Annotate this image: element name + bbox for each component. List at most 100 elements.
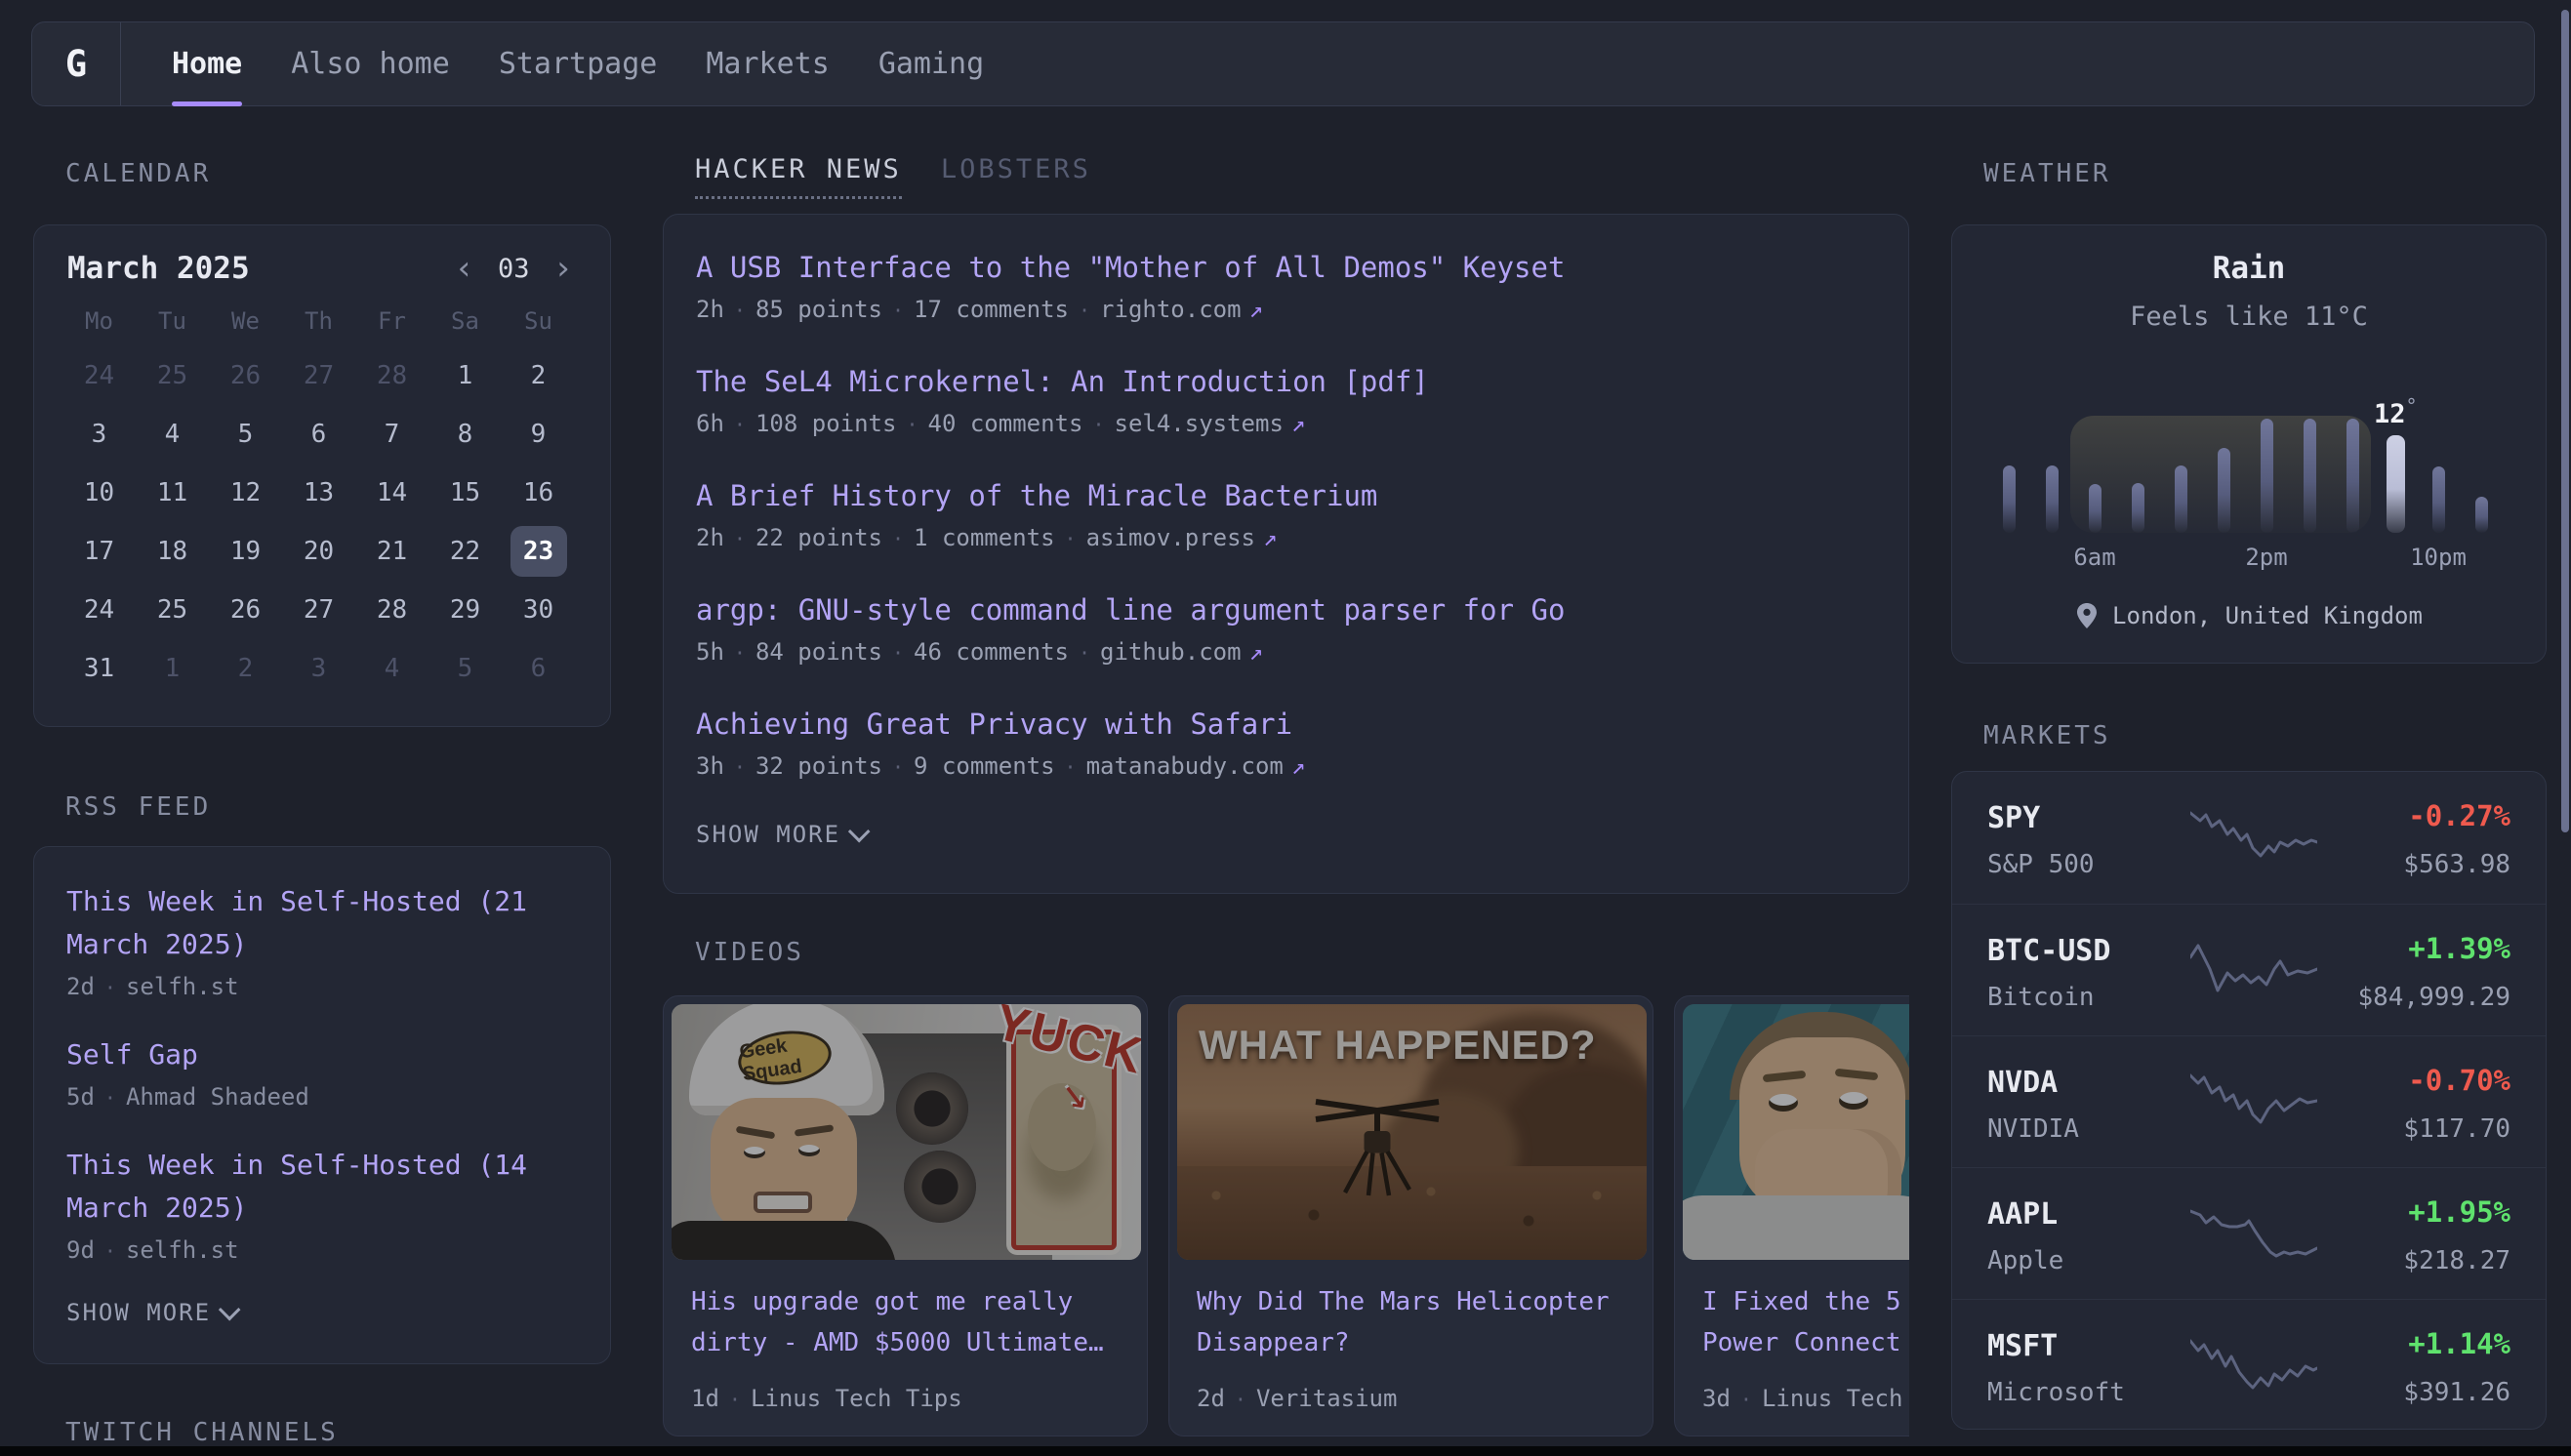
calendar-day[interactable]: 23 bbox=[502, 522, 575, 581]
rss-item-title[interactable]: This Week in Self-Hosted (21March 2025) bbox=[66, 880, 589, 966]
calendar-day[interactable]: 19 bbox=[209, 522, 282, 581]
market-row-btc-usd[interactable]: BTC-USDBitcoin+1.39%$84,999.29 bbox=[1952, 904, 2546, 1035]
news-item-title[interactable]: A Brief History of the Miracle Bacterium bbox=[696, 478, 1908, 513]
rss-item-title[interactable]: This Week in Self-Hosted (14March 2025) bbox=[66, 1144, 589, 1230]
calendar-day[interactable]: 1 bbox=[136, 639, 209, 698]
calendar-day[interactable]: 2 bbox=[502, 346, 575, 405]
news-item-comments[interactable]: 1 comments bbox=[914, 524, 1055, 551]
nav-tab-home[interactable]: Home bbox=[172, 22, 242, 105]
videos-carousel: Geek SquadYUCK↘His upgrade got me really… bbox=[663, 995, 1909, 1438]
calendar-day[interactable]: 18 bbox=[136, 522, 209, 581]
calendar-day[interactable]: 15 bbox=[428, 464, 502, 522]
calendar-day[interactable]: 26 bbox=[209, 581, 282, 639]
news-item-source[interactable]: sel4.systems bbox=[1115, 410, 1284, 437]
calendar-day[interactable]: 29 bbox=[428, 581, 502, 639]
market-row-spy[interactable]: SPYS&P 500-0.27%$563.98 bbox=[1952, 772, 2546, 904]
calendar-day[interactable]: 13 bbox=[282, 464, 355, 522]
news-item-title[interactable]: Achieving Great Privacy with Safari bbox=[696, 707, 1908, 742]
video-channel[interactable]: Linus Tech Tips bbox=[1762, 1385, 1909, 1412]
video-channel[interactable]: Linus Tech Tips bbox=[751, 1385, 962, 1412]
rss-item-source: Ahmad Shadeed bbox=[126, 1083, 309, 1111]
app-logo[interactable]: G bbox=[32, 22, 121, 105]
calendar-day[interactable]: 20 bbox=[282, 522, 355, 581]
calendar-day[interactable]: 21 bbox=[355, 522, 428, 581]
video-channel[interactable]: Veritasium bbox=[1256, 1385, 1398, 1412]
video-card[interactable]: DOTHTI Fixed the 5Power Connect3d·Linus … bbox=[1674, 995, 1909, 1436]
market-name: Bitcoin bbox=[1987, 983, 2095, 1012]
calendar-day[interactable]: 24 bbox=[62, 346, 136, 405]
calendar-day[interactable]: 28 bbox=[355, 581, 428, 639]
news-item-comments[interactable]: 40 comments bbox=[928, 410, 1083, 437]
calendar-day[interactable]: 31 bbox=[62, 639, 136, 698]
rss-item-meta: 9d·selfh.st bbox=[66, 1235, 610, 1266]
news-item-points: 32 points bbox=[755, 752, 882, 780]
weather-bar bbox=[2132, 483, 2144, 533]
calendar-day[interactable]: 8 bbox=[428, 405, 502, 464]
rss-item-title[interactable]: Self Gap bbox=[66, 1033, 589, 1076]
calendar-next-icon[interactable]: › bbox=[553, 252, 573, 285]
calendar-day[interactable]: 27 bbox=[282, 346, 355, 405]
calendar-day[interactable]: 24 bbox=[62, 581, 136, 639]
calendar-day[interactable]: 10 bbox=[62, 464, 136, 522]
news-item-title[interactable]: The SeL4 Microkernel: An Introduction [p… bbox=[696, 364, 1908, 399]
calendar-day[interactable]: 25 bbox=[136, 581, 209, 639]
calendar-day[interactable]: 12 bbox=[209, 464, 282, 522]
news-item-title[interactable]: argp: GNU-style command line argument pa… bbox=[696, 592, 1908, 627]
calendar-day[interactable]: 4 bbox=[355, 639, 428, 698]
news-item-source[interactable]: matanabudy.com bbox=[1086, 752, 1284, 780]
calendar-day[interactable]: 28 bbox=[355, 346, 428, 405]
calendar-day[interactable]: 1 bbox=[428, 346, 502, 405]
calendar-day[interactable]: 30 bbox=[502, 581, 575, 639]
news-item-points: 22 points bbox=[755, 524, 882, 551]
calendar-day[interactable]: 9 bbox=[502, 405, 575, 464]
calendar-prev-icon[interactable]: ‹ bbox=[455, 252, 474, 285]
video-title[interactable]: Why Did The Mars HelicopterDisappear? bbox=[1197, 1281, 1626, 1363]
news-item-time: 5h bbox=[696, 638, 724, 666]
calendar-day[interactable]: 4 bbox=[136, 405, 209, 464]
calendar-day[interactable]: 26 bbox=[209, 346, 282, 405]
nav-tab-also-home[interactable]: Also home bbox=[291, 22, 450, 105]
feed-tab-hacker-news[interactable]: HACKER NEWS bbox=[695, 154, 902, 199]
degree-symbol: ° bbox=[2406, 394, 2418, 418]
news-item-source[interactable]: asimov.press bbox=[1086, 524, 1255, 551]
news-item-comments[interactable]: 46 comments bbox=[914, 638, 1069, 666]
news-item-source[interactable]: righto.com bbox=[1100, 296, 1242, 323]
market-row-nvda[interactable]: NVDANVIDIA-0.70%$117.70 bbox=[1952, 1035, 2546, 1167]
nav-tab-markets[interactable]: Markets bbox=[706, 22, 829, 105]
page-scrollbar[interactable] bbox=[2561, 10, 2569, 832]
video-card[interactable]: WHAT HAPPENED?Why Did The Mars Helicopte… bbox=[1168, 995, 1653, 1436]
calendar-day[interactable]: 11 bbox=[136, 464, 209, 522]
calendar-day[interactable]: 3 bbox=[282, 639, 355, 698]
calendar-day[interactable]: 25 bbox=[136, 346, 209, 405]
calendar-day[interactable]: 2 bbox=[209, 639, 282, 698]
news-item: argp: GNU-style command line argument pa… bbox=[696, 592, 1908, 667]
calendar-day[interactable]: 27 bbox=[282, 581, 355, 639]
rss-show-more-button[interactable]: SHOW MORE bbox=[66, 1299, 610, 1326]
video-title[interactable]: I Fixed the 5Power Connect bbox=[1702, 1281, 1909, 1363]
news-item-comments[interactable]: 17 comments bbox=[914, 296, 1069, 323]
calendar-day[interactable]: 14 bbox=[355, 464, 428, 522]
video-card[interactable]: Geek SquadYUCK↘His upgrade got me really… bbox=[663, 995, 1148, 1436]
weather-bar bbox=[2304, 419, 2316, 533]
rss-item-meta: 2d·selfh.st bbox=[66, 972, 610, 1002]
calendar-day[interactable]: 6 bbox=[282, 405, 355, 464]
calendar-day[interactable]: 5 bbox=[209, 405, 282, 464]
market-row-msft[interactable]: MSFTMicrosoft+1.14%$391.26 bbox=[1952, 1299, 2546, 1431]
feed-tab-lobsters[interactable]: LOBSTERS bbox=[941, 154, 1091, 199]
nav-tab-gaming[interactable]: Gaming bbox=[878, 22, 984, 105]
news-item-comments[interactable]: 9 comments bbox=[914, 752, 1055, 780]
calendar-day[interactable]: 3 bbox=[62, 405, 136, 464]
nav-tab-startpage[interactable]: Startpage bbox=[499, 22, 658, 105]
market-row-aapl[interactable]: AAPLApple+1.95%$218.27 bbox=[1952, 1167, 2546, 1299]
calendar-day[interactable]: 16 bbox=[502, 464, 575, 522]
news-item-title[interactable]: A USB Interface to the "Mother of All De… bbox=[696, 250, 1908, 285]
calendar-day[interactable]: 5 bbox=[428, 639, 502, 698]
calendar-day[interactable]: 7 bbox=[355, 405, 428, 464]
calendar-day[interactable]: 6 bbox=[502, 639, 575, 698]
calendar-day[interactable]: 17 bbox=[62, 522, 136, 581]
calendar-day[interactable]: 22 bbox=[428, 522, 502, 581]
video-title[interactable]: His upgrade got me reallydirty - AMD $50… bbox=[691, 1281, 1121, 1363]
hacker-news-widget: A USB Interface to the "Mother of All De… bbox=[663, 214, 1909, 894]
hn-show-more-button[interactable]: SHOW MORE bbox=[696, 821, 1908, 848]
news-item-source[interactable]: github.com bbox=[1100, 638, 1242, 666]
